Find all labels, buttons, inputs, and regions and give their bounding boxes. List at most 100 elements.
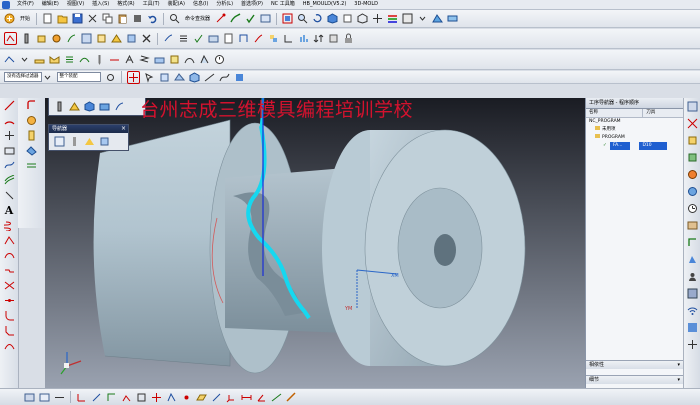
menu-item-hb-mould[interactable]: HB_MOULD(V5.2) (299, 0, 351, 9)
swarf-icon[interactable] (199, 54, 210, 65)
color-icon[interactable] (402, 13, 413, 24)
tree-row[interactable]: 未用项 (586, 126, 684, 134)
create-tool-icon[interactable] (54, 101, 65, 112)
wcs-orient-icon[interactable] (106, 392, 117, 403)
join-curve-icon[interactable] (4, 265, 15, 276)
edit-curve-icon[interactable] (4, 340, 15, 351)
bridge-curve-icon[interactable] (4, 250, 15, 261)
lock-icon[interactable] (343, 33, 354, 44)
fillet-curve-icon[interactable] (4, 310, 15, 321)
divide-curve-icon[interactable] (4, 295, 15, 306)
program-order-icon[interactable] (81, 33, 92, 44)
assembly-navigator-icon[interactable] (687, 101, 698, 112)
details-panel[interactable]: 细节 ▾ (586, 375, 684, 384)
datum-axis-icon[interactable] (211, 392, 222, 403)
extrude-icon[interactable] (26, 130, 37, 141)
layer-visibility-icon[interactable] (39, 392, 50, 403)
menu-item-3d-mold[interactable]: 3D-MOLD (350, 0, 382, 9)
menu-item-assembly[interactable]: 装配(A) (164, 0, 189, 9)
save-icon[interactable] (72, 13, 83, 24)
shell-icon[interactable] (26, 115, 37, 126)
display-mode-icon[interactable] (342, 13, 353, 24)
select-point-icon[interactable] (215, 13, 226, 24)
method-view-icon[interactable] (126, 33, 137, 44)
start-icon[interactable] (4, 13, 15, 24)
transform-object-icon[interactable] (166, 392, 177, 403)
generate-toolpath-icon[interactable] (230, 13, 241, 24)
create-method-icon[interactable] (51, 33, 62, 44)
verify-toolpath-icon[interactable] (193, 33, 204, 44)
delete-icon[interactable] (132, 13, 143, 24)
chamfer-curve-icon[interactable] (4, 325, 15, 336)
program-order-view-icon[interactable] (54, 136, 65, 147)
menu-item-format[interactable]: 格式(R) (113, 0, 138, 9)
zoom-icon[interactable] (297, 13, 308, 24)
filter-select[interactable]: 没有选择过滤器 (4, 72, 42, 82)
point-icon[interactable] (181, 392, 192, 403)
reuse-library-icon[interactable] (687, 152, 698, 163)
line-icon[interactable] (4, 100, 15, 111)
manufacturing-wizard-icon[interactable] (687, 254, 698, 265)
copy-icon[interactable] (102, 13, 113, 24)
create-program-icon[interactable] (4, 32, 17, 45)
ruler-icon[interactable] (286, 391, 297, 403)
spline-icon[interactable] (4, 160, 15, 171)
menu-item-edit[interactable]: 编辑(E) (38, 0, 63, 9)
process-studio-icon[interactable] (687, 237, 698, 248)
rotate-icon[interactable] (312, 13, 323, 24)
transform-icon[interactable] (268, 33, 279, 44)
wcs-dynamic-icon[interactable] (121, 392, 132, 403)
offset-curve-icon[interactable] (4, 175, 15, 186)
flowcut-icon[interactable] (109, 54, 120, 65)
close-icon[interactable]: × (121, 125, 126, 133)
menu-item-info[interactable]: 信息(I) (189, 0, 212, 9)
column-header-tool[interactable]: 刀具 (643, 109, 684, 117)
snap-point-icon[interactable] (126, 70, 140, 84)
create-operation-icon[interactable] (66, 33, 77, 44)
command-finder-icon[interactable] (169, 13, 180, 24)
text-engrave-icon[interactable] (124, 54, 135, 65)
rest-mill-icon[interactable] (169, 54, 180, 65)
paste-icon[interactable] (117, 13, 128, 24)
history-icon[interactable] (687, 203, 698, 214)
offset-face-icon[interactable] (26, 145, 37, 156)
wifi-icon[interactable] (687, 305, 698, 316)
start-button[interactable]: 开始 (20, 15, 30, 22)
wcs-origin-icon[interactable] (76, 392, 87, 403)
menu-item-preferences[interactable]: 首选项(P) (237, 0, 267, 9)
trim-curve-icon[interactable] (4, 280, 15, 291)
timer-icon[interactable] (214, 54, 225, 65)
select-body-icon[interactable] (189, 71, 200, 83)
cut-icon[interactable] (87, 13, 98, 24)
hd3d-tools-icon[interactable] (687, 169, 698, 180)
dimension-icon[interactable] (271, 392, 282, 403)
delete-x-icon[interactable] (141, 33, 152, 44)
new-file-icon[interactable] (42, 13, 53, 24)
machining-method-view-icon[interactable] (99, 136, 110, 147)
thread-mill-icon[interactable] (139, 54, 150, 65)
planar-mill-icon[interactable] (34, 54, 45, 65)
edge-blend-icon[interactable] (26, 100, 37, 111)
list-toolpath-icon[interactable] (178, 33, 189, 44)
verify-icon[interactable] (245, 13, 256, 24)
drill-icon[interactable] (94, 54, 105, 65)
select-edge-icon[interactable] (204, 72, 215, 83)
wcs-rotate-icon[interactable] (91, 392, 102, 403)
program-icon[interactable] (114, 101, 125, 112)
sort-icon[interactable] (313, 33, 324, 44)
system-materials-icon[interactable] (687, 220, 698, 231)
constraint-navigator-icon[interactable] (687, 118, 698, 129)
menu-item-analysis[interactable]: 分析(L) (212, 0, 237, 9)
menu-item-nc-toolbox[interactable]: NC 工具箱 (267, 0, 299, 9)
feeds-speeds-icon[interactable] (298, 33, 309, 44)
shaded-view-icon[interactable] (327, 13, 338, 24)
web-browser-icon[interactable] (687, 186, 698, 197)
section-view-icon[interactable] (447, 13, 458, 24)
layer-icon[interactable] (24, 392, 35, 403)
system-scene-icon[interactable] (687, 288, 698, 299)
open-folder-icon[interactable] (57, 13, 68, 24)
tree-row[interactable]: NC_PROGRAM (586, 118, 684, 126)
chevron-down-icon[interactable] (417, 13, 428, 24)
create-tool-icon[interactable] (21, 33, 32, 44)
tree-row-selected[interactable]: ✓ FA... D10 (586, 142, 684, 150)
